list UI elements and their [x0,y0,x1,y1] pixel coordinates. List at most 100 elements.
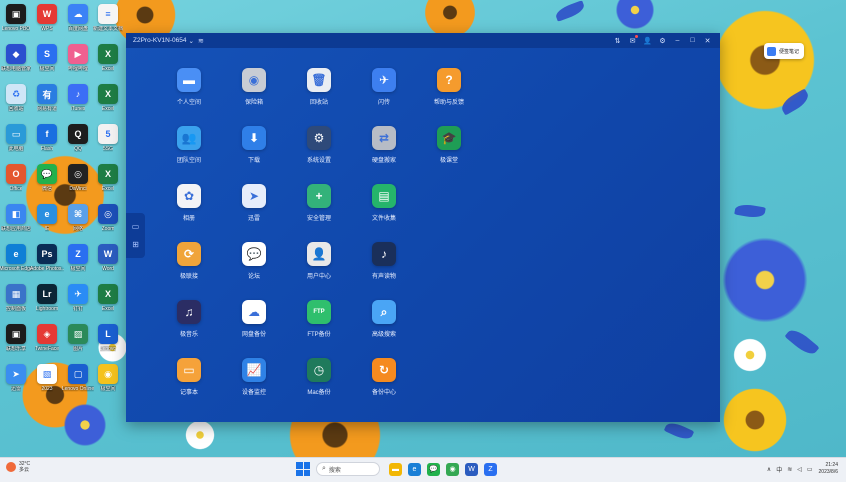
audiobook-icon[interactable]: ♪ [372,242,396,266]
desktop-shortcut[interactable]: S 极空间 [32,44,62,72]
desktop-shortcut[interactable]: O Office [1,164,31,192]
lenovo-app-icon[interactable]: ▣ [6,4,26,24]
desktop-shortcut[interactable]: ⌘ 网络 [63,204,93,232]
help-icon[interactable]: ? [437,68,461,92]
flash-icon[interactable]: f [37,124,57,144]
thunder-icon[interactable]: ➤ [242,184,266,208]
window-titlebar[interactable]: Z2Pro-KV1N-0654 ⌄ ≋ ⇅ ✉ 👤 ⚙ – □ ✕ [126,33,720,48]
app-tile[interactable]: ⬇ 下载 [224,126,284,164]
desktop-shortcut[interactable]: Lr Lightroom [32,284,62,312]
app-tile[interactable]: ☁ 网盘备份 [224,300,284,338]
app-tile[interactable]: 👤 用户中心 [289,242,349,280]
desktop-shortcut[interactable]: ▢ Lenovo Online [62,364,94,392]
desktop-shortcut[interactable]: X Excel [93,284,123,312]
forum-icon[interactable]: 💬 [242,242,266,266]
app-tile[interactable]: ▭ 记事本 [159,358,219,396]
twineface-icon[interactable]: ◈ [37,324,57,344]
5sg-icon[interactable]: 5 [98,124,118,144]
app-tile[interactable]: 🎓 极课堂 [419,126,479,164]
zspace-icon[interactable]: Z [68,244,88,264]
app-tile[interactable]: + 安全管理 [289,184,349,222]
app-tile[interactable]: 👥 团队空间 [159,126,219,164]
desktop-shortcut[interactable]: X Excel [93,44,123,72]
desktop-shortcut[interactable]: X Excel [93,164,123,192]
lenovo-icon[interactable]: L [98,324,118,344]
desktop-shortcut[interactable]: e Microsoft Edge [0,244,33,272]
zoom-icon[interactable]: ◎ [98,204,118,224]
input-method-indicator[interactable]: 中 [776,465,782,474]
wifi-tray-icon[interactable]: ≋ [787,466,792,473]
chrome-icon[interactable]: ◉ [446,462,459,476]
desktop-shortcut[interactable]: ▨ 图片 [63,324,93,352]
desktop-shortcut[interactable]: X Excel [93,84,123,112]
desktop-shortcut[interactable]: ▣ 联想乐享 [1,324,31,352]
music-icon[interactable]: ♫ [177,300,201,324]
desktop-shortcut[interactable]: Z 极空间 [63,244,93,272]
desktop-shortcut[interactable]: Ps Adobe Photos... [30,244,64,272]
cloud-backup-icon[interactable]: ☁ [242,300,266,324]
desktop-shortcut[interactable]: 5 5SG [93,124,123,152]
advanced-search-icon[interactable]: ⌕ [372,300,396,324]
desktop-shortcut[interactable]: 有网易有道 [32,84,62,112]
tray-overflow-chevron-icon[interactable]: ∧ [767,466,771,473]
lightroom-icon[interactable]: Lr [37,284,57,304]
sticky-note-widget[interactable]: 便签笔记 [764,43,804,59]
app-tile[interactable]: ⚙ 系统设置 [289,126,349,164]
ftp-backup-icon[interactable]: FTP [307,300,331,324]
close-button[interactable]: ✕ [702,35,713,46]
excel-icon[interactable]: X [98,44,118,64]
desktop-shortcut[interactable]: ◆ 联想电脑管家 [1,44,31,72]
desktop-shortcut[interactable]: ◧ 联想应用商店 [1,204,31,232]
excel-icon[interactable]: X [98,84,118,104]
desktop-shortcut[interactable]: e IE [32,204,62,232]
wechat-icon[interactable]: 💬 [37,164,57,184]
desktop-shortcut[interactable]: 💬 微信 [32,164,62,192]
minimize-button[interactable]: – [672,35,683,46]
app-tile[interactable]: ⟳ 极联接 [159,242,219,280]
desktop-shortcut[interactable]: ✈ 钉钉 [63,284,93,312]
desktop-shortcut[interactable]: W Word [93,244,123,272]
zspace-taskbar-icon[interactable]: Z [484,462,497,476]
zspace-photo-icon[interactable]: ◉ [98,364,118,384]
taskbar-clock[interactable]: 21:24 2023/8/6 [819,462,838,476]
word-icon[interactable]: W [98,244,118,264]
desktop-shortcut[interactable]: ▣ Lenovo PBO [1,4,31,32]
monitor-icon[interactable]: ▭ [132,222,140,231]
desktop-shortcut[interactable]: ▧ 2023 [32,364,62,392]
desktop-shortcut[interactable]: ♪ iTunes [63,84,93,112]
photoshop-icon[interactable]: Ps [37,244,57,264]
gear-icon[interactable]: ⚙ [657,35,668,46]
youdao-icon[interactable]: 有 [37,84,57,104]
excel-icon[interactable]: X [98,164,118,184]
battery-icon[interactable]: ▭ [807,466,813,473]
image-file-icon[interactable]: ▧ [37,364,57,384]
desktop-shortcut[interactable]: ◎ DaVinci [63,164,93,192]
photos-icon[interactable]: ✿ [177,184,201,208]
word-taskbar-icon[interactable]: W [465,462,478,476]
message-icon[interactable]: ✉ [627,35,638,46]
apps-grid-icon[interactable]: ⊞ [132,240,139,249]
app-tile[interactable]: ✈ 闪传 [354,68,414,106]
desktop-shortcut[interactable]: Q QQ [63,124,93,152]
edge-icon[interactable]: e [6,244,26,264]
app-tile[interactable]: 🗑 回收站 [289,68,349,106]
mac-backup-icon[interactable]: ◷ [307,358,331,382]
app-tile[interactable]: ⌕ 高级搜索 [354,300,414,338]
control-panel-icon[interactable]: ▦ [6,284,26,304]
office-icon[interactable]: O [6,164,26,184]
windows-start-icon[interactable] [296,462,310,476]
classroom-icon[interactable]: 🎓 [437,126,461,150]
desktop-shortcut[interactable]: ▶ 哔哩哔哩 [63,44,93,72]
bilibili-icon[interactable]: ▶ [68,44,88,64]
link-icon[interactable]: ⟳ [177,242,201,266]
lenovo-manager-icon[interactable]: ◆ [6,44,26,64]
desktop-shortcut[interactable]: ➤ 迅雷 [1,364,31,392]
lenovo-online-icon[interactable]: ▢ [68,364,88,384]
app-tile[interactable]: ⇄ 硬盘搬家 [354,126,414,164]
app-tile[interactable]: ♫ 极音乐 [159,300,219,338]
desktop-shortcut[interactable]: ◉ 极空间 [93,364,123,392]
davinci-icon[interactable]: ◎ [68,164,88,184]
app-tile[interactable]: ? 帮助与反馈 [419,68,479,106]
desktop-shortcut[interactable]: L Lenovo [93,324,123,352]
network-icon[interactable]: ⌘ [68,204,88,224]
